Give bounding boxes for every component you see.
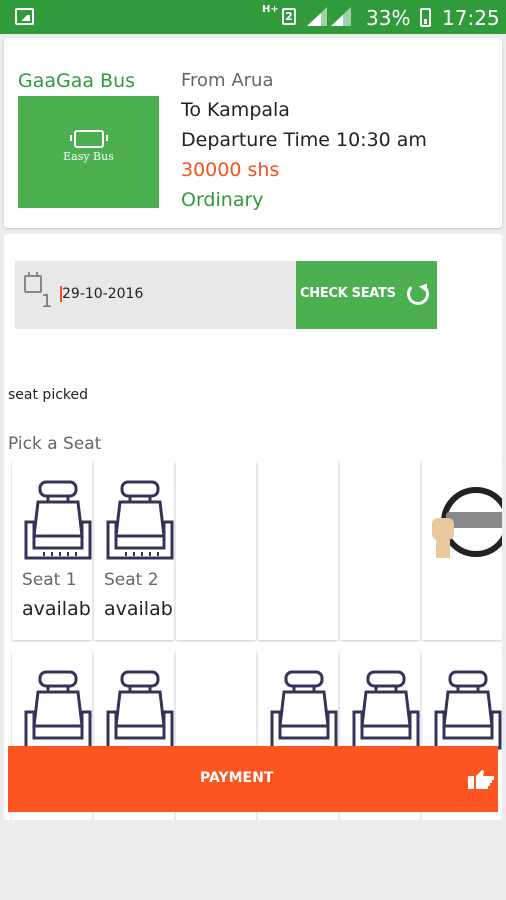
- departure-time: Departure Time 10:30 am: [181, 129, 427, 151]
- payment-label: PAYMENT: [200, 770, 274, 786]
- driver-slot: [422, 460, 502, 640]
- refresh-icon: [407, 283, 429, 305]
- fare-price: 30000 shs: [181, 159, 280, 181]
- seat-picked-text: seat picked: [8, 387, 89, 403]
- bus-class: Ordinary: [181, 189, 264, 211]
- seat-status: available: [104, 598, 174, 620]
- gallery-icon: [15, 8, 34, 25]
- seat-label: Seat 2: [104, 570, 159, 590]
- thumbs-up-icon: [468, 770, 494, 789]
- bus-icon: [70, 130, 108, 148]
- battery-percent: 33%: [366, 6, 411, 30]
- seat-icon: [270, 670, 338, 750]
- pick-seat-title: Pick a Seat: [8, 434, 102, 454]
- seat-icon: [106, 670, 174, 750]
- travel-date[interactable]: 29-10-2016: [60, 286, 143, 302]
- signal-icon-2: [331, 7, 351, 26]
- empty-slot: [176, 460, 256, 640]
- calendar-icon: [24, 272, 42, 293]
- battery-icon: [420, 8, 431, 27]
- date-picker-field[interactable]: 1 29-10-2016: [15, 261, 296, 329]
- clock: 17:25: [442, 6, 500, 30]
- seat-label: Seat 1: [22, 570, 77, 590]
- seat-icon: [106, 480, 174, 560]
- calendar-digit: 1: [41, 291, 53, 312]
- seat-icon: [24, 480, 92, 560]
- seat-2[interactable]: Seat 2 available: [94, 460, 174, 640]
- steering-wheel-icon: [432, 487, 502, 558]
- check-seats-button[interactable]: CHECK SEATS: [296, 261, 437, 329]
- empty-slot: [340, 460, 420, 640]
- signal-icon: [307, 7, 327, 26]
- status-bar: H+ 2 33% 17:25: [0, 0, 506, 34]
- sim-indicator: 2: [282, 8, 296, 25]
- bus-logo: Easy Bus: [18, 96, 159, 208]
- seat-icon: [352, 670, 420, 750]
- network-type: H+: [262, 4, 279, 15]
- empty-slot: [258, 460, 338, 640]
- bus-info-card: GaaGaa Bus Easy Bus From Arua To Kampala…: [4, 38, 502, 228]
- payment-button[interactable]: PAYMENT: [8, 746, 498, 812]
- logo-text: Easy Bus: [63, 150, 114, 163]
- booking-panel: 1 29-10-2016 CHECK SEATS seat picked Pic…: [4, 234, 502, 820]
- seat-icon: [434, 670, 502, 750]
- check-seats-label: CHECK SEATS: [300, 286, 396, 301]
- destination-text: To Kampala: [181, 99, 290, 121]
- bus-company-name: GaaGaa Bus: [18, 70, 136, 92]
- seat-status: available: [22, 598, 92, 620]
- seat-1[interactable]: Seat 1 available: [12, 460, 92, 640]
- origin-text: From Arua: [181, 70, 274, 91]
- seat-icon: [24, 670, 92, 750]
